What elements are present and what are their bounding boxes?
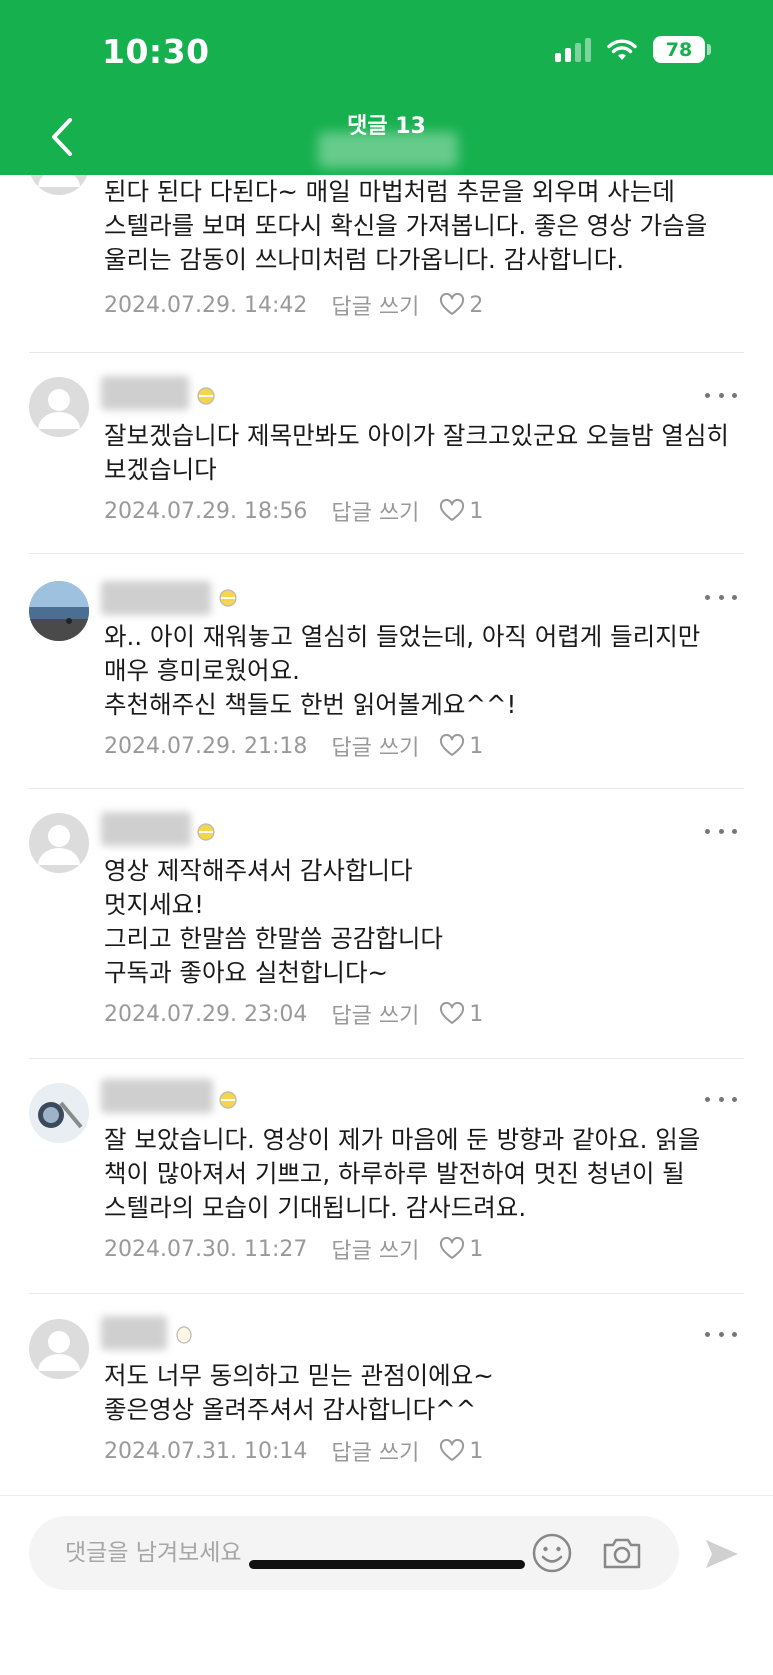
blurred-subtitle — [318, 132, 458, 168]
comment-composer — [0, 1495, 773, 1675]
comment-date: 2024.07.30. 11:27 — [104, 1236, 308, 1262]
avatar[interactable] — [29, 377, 89, 437]
comment-date: 2024.07.29. 18:56 — [104, 498, 308, 524]
comment-text: 저도 너무 동의하고 믿는 관점이에요~ 좋은영상 올려주셔서 감사합니다^^ — [104, 1361, 494, 1424]
blurred-username — [101, 1079, 213, 1113]
more-options-button[interactable] — [705, 821, 737, 841]
avatar[interactable] — [29, 1319, 89, 1379]
heart-icon — [440, 1237, 465, 1259]
wifi-icon — [607, 39, 637, 60]
default-avatar-icon — [38, 389, 80, 429]
default-avatar-icon — [38, 175, 80, 187]
avatar[interactable] — [29, 813, 89, 873]
chick-badge-icon — [219, 589, 237, 607]
comment-date: 2024.07.29. 23:04 — [104, 1001, 308, 1027]
top-app-bar: 10:30 78 댓글 13 — [0, 0, 773, 175]
blurred-username — [101, 581, 211, 615]
comment-input-container — [29, 1516, 679, 1590]
more-options-button[interactable] — [705, 587, 737, 607]
comment-input[interactable] — [65, 1516, 535, 1590]
blurred-username — [101, 376, 189, 410]
camera-icon — [603, 1538, 641, 1569]
avatar[interactable] — [29, 581, 89, 641]
like-count: 1 — [469, 1236, 484, 1262]
like-button[interactable]: 1 — [439, 499, 483, 524]
heart-icon — [440, 499, 465, 521]
like-button[interactable]: 1 — [439, 1439, 483, 1464]
heart-icon — [440, 1439, 465, 1461]
like-button[interactable]: 1 — [439, 1237, 483, 1262]
blurred-username — [101, 1316, 167, 1350]
chick-badge-icon — [219, 1091, 237, 1109]
like-count: 1 — [469, 733, 484, 759]
comment-text: 영상 제작해주셔서 감사합니다 멋지세요! 그리고 한말씀 한말씀 공감합니다 … — [104, 856, 443, 987]
more-options-button[interactable] — [705, 385, 737, 405]
like-count: 1 — [469, 1001, 484, 1027]
comment-text: 와.. 아이 재워놓고 열심히 들었는데, 아직 어렵게 들리지만 매우 흥미로… — [104, 622, 701, 719]
reply-button[interactable]: 답글 쓰기 — [331, 1233, 419, 1265]
egg-badge-icon — [176, 1326, 192, 1344]
comment-text: 잘 보았습니다. 영상이 제가 마음에 둔 방향과 같아요. 읽을 책이 많아져… — [104, 1125, 701, 1222]
comment-meta: 2024.07.30. 11:27 답글 쓰기 1 — [104, 1233, 483, 1265]
watch-photo-avatar — [29, 1083, 89, 1143]
heart-icon — [440, 293, 465, 315]
reply-button[interactable]: 답글 쓰기 — [331, 289, 419, 321]
comment-meta: 2024.07.29. 14:42 답글 쓰기 2 — [104, 289, 483, 321]
smiley-icon — [532, 1533, 572, 1573]
like-button[interactable]: 1 — [439, 734, 483, 759]
comment-meta: 2024.07.29. 21:18 답글 쓰기 1 — [104, 730, 483, 762]
like-count: 2 — [469, 292, 484, 318]
like-count: 1 — [469, 1438, 484, 1464]
comment-meta: 2024.07.31. 10:14 답글 쓰기 1 — [104, 1435, 483, 1467]
home-indicator — [249, 1560, 525, 1569]
status-icons: 78 — [555, 36, 711, 63]
like-count: 1 — [469, 498, 484, 524]
reply-button[interactable]: 답글 쓰기 — [331, 730, 419, 762]
comment-date: 2024.07.29. 21:18 — [104, 733, 308, 759]
comment-text: 잘보겠습니다 제목만봐도 아이가 잘크고있군요 오늘밤 열심히 보겠습니다 — [104, 421, 729, 484]
more-options-button[interactable] — [705, 1324, 737, 1344]
battery-icon: 78 — [653, 36, 711, 63]
divider — [29, 352, 744, 353]
divider — [29, 1058, 744, 1059]
comment-meta: 2024.07.29. 18:56 답글 쓰기 1 — [104, 495, 483, 527]
chick-badge-icon — [197, 823, 215, 841]
divider — [29, 1293, 744, 1294]
default-avatar-icon — [38, 825, 80, 865]
comment-text: 된다 된다 다된다~ 매일 마법처럼 추문을 외우며 사는데 스텔라를 보며 또… — [104, 177, 708, 274]
comment-date: 2024.07.31. 10:14 — [104, 1438, 308, 1464]
reply-button[interactable]: 답글 쓰기 — [331, 495, 419, 527]
camera-button[interactable] — [599, 1530, 645, 1576]
like-button[interactable]: 2 — [439, 293, 483, 318]
heart-icon — [440, 734, 465, 756]
send-icon — [706, 1540, 738, 1568]
reply-button[interactable]: 답글 쓰기 — [331, 1435, 419, 1467]
emoji-button[interactable] — [529, 1530, 575, 1576]
blurred-username — [101, 812, 191, 846]
divider — [29, 553, 744, 554]
status-time: 10:30 — [102, 32, 210, 71]
avatar[interactable] — [29, 1083, 89, 1143]
divider — [29, 788, 744, 789]
comment-list: 된다 된다 다된다~ 매일 마법처럼 추문을 외우며 사는데 스텔라를 보며 또… — [0, 175, 773, 1495]
default-avatar-icon — [38, 1331, 80, 1371]
chick-badge-icon — [197, 387, 215, 405]
comment-meta: 2024.07.29. 23:04 답글 쓰기 1 — [104, 998, 483, 1030]
cellular-signal-icon — [555, 37, 591, 62]
more-options-button[interactable] — [705, 1089, 737, 1109]
heart-icon — [440, 1002, 465, 1024]
beach-photo-avatar — [29, 581, 89, 641]
comment-date: 2024.07.29. 14:42 — [104, 292, 308, 318]
like-button[interactable]: 1 — [439, 1002, 483, 1027]
avatar[interactable] — [29, 175, 89, 195]
send-button[interactable] — [702, 1534, 742, 1574]
reply-button[interactable]: 답글 쓰기 — [331, 998, 419, 1030]
